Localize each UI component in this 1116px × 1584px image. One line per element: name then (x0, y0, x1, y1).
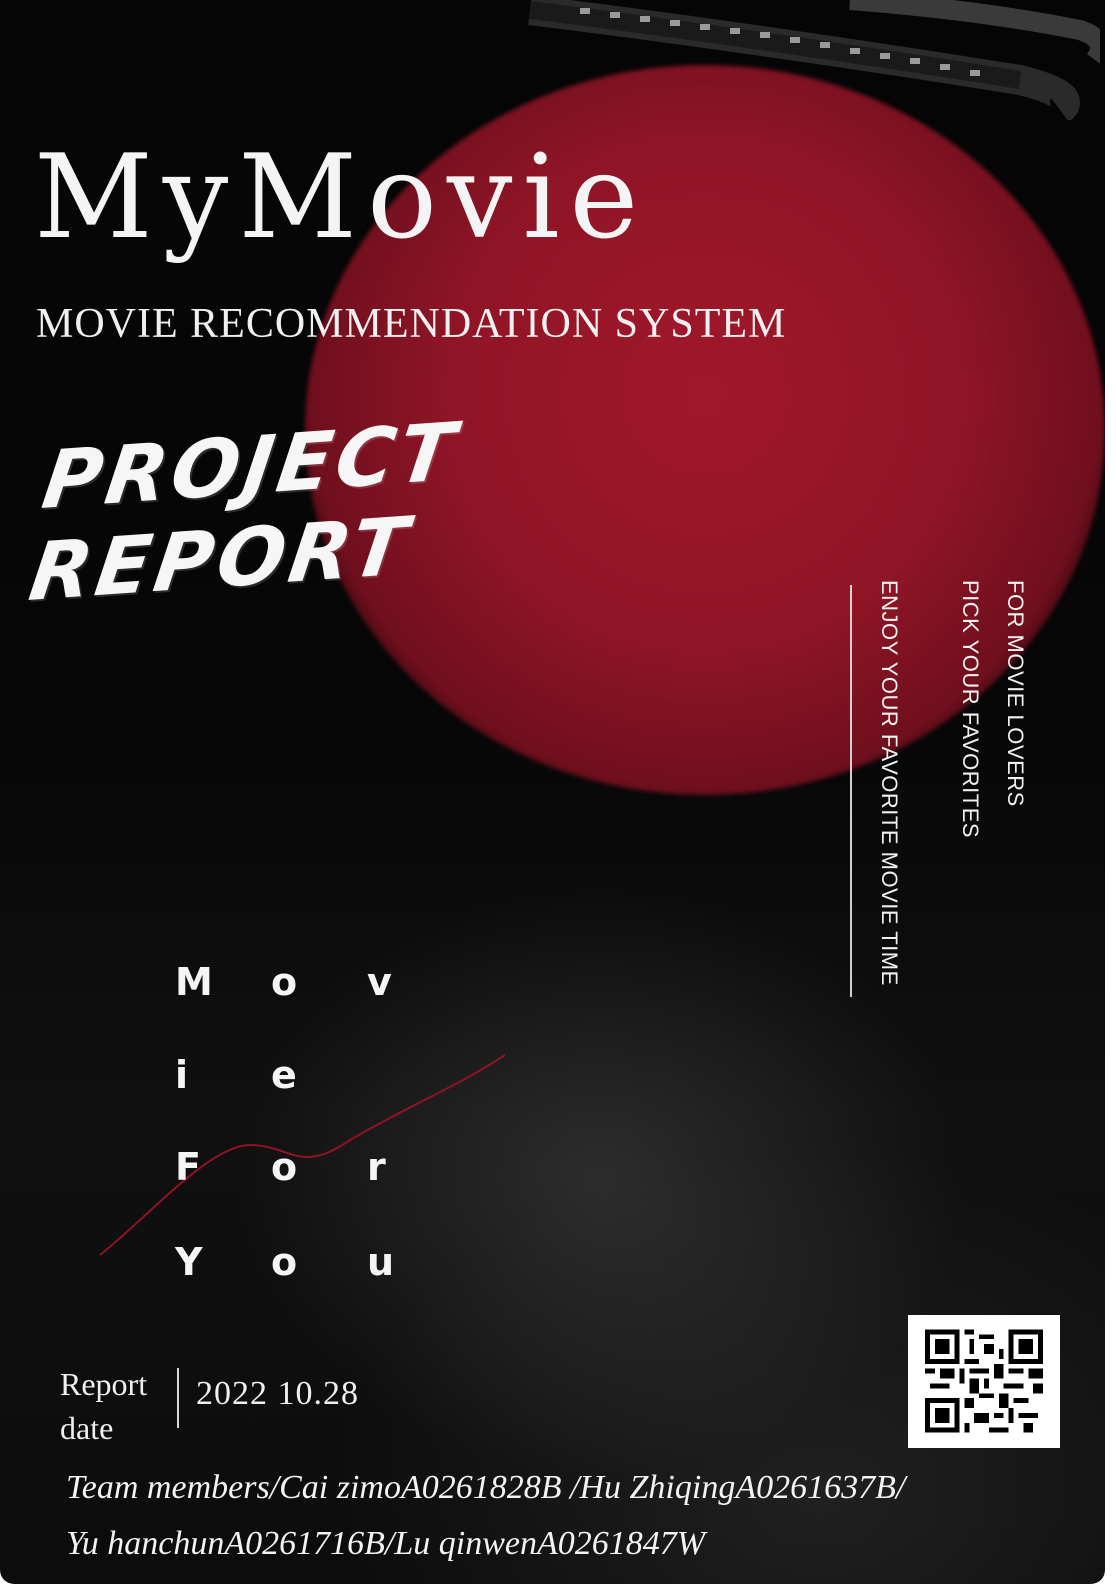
slogan-row: M o v (175, 960, 463, 1004)
slogan-letter: F (175, 1145, 201, 1189)
slogan-row: i e (175, 1053, 463, 1097)
slogan-letter: o (271, 1240, 298, 1284)
report-date-value: 2022 10.28 (196, 1375, 359, 1412)
tagline-enjoy-movie-time: ENJOY YOUR FAVORITE MOVIE TIME (877, 580, 902, 986)
slogan-row: Y o u (175, 1240, 463, 1284)
page-title: MyMovie (34, 130, 649, 265)
film-strip-icon (528, 0, 1100, 120)
qr-code-icon (908, 1315, 1060, 1448)
team-members: Team members/Cai zimoA0261828B /Hu Zhiqi… (66, 1460, 905, 1572)
slogan-letter: o (271, 1145, 298, 1189)
report-date-label-line-1: Report (60, 1366, 148, 1402)
subtitle: MOVIE RECOMMENDATION SYSTEM (36, 301, 787, 347)
tagline-divider (850, 585, 852, 997)
slogan-letter: u (367, 1240, 395, 1284)
slogan-letter: i (175, 1053, 189, 1097)
movie-for-you-slogan: M o v i e F o r Y o u (175, 950, 425, 1310)
slogan-letter: M (175, 960, 213, 1004)
qr-code-graphic (925, 1329, 1043, 1433)
team-members-line-1: Team members/Cai zimoA0261828B /Hu Zhiqi… (66, 1469, 906, 1506)
vertical-taglines: FOR MOVIE LOVERS PICK YOUR FAVORITES ENJ… (840, 580, 1040, 1010)
slogan-letter: r (367, 1145, 386, 1189)
slogan-letter: v (367, 960, 392, 1004)
project-report-headline: PROJECT REPORT (24, 405, 464, 619)
slogan-letter: e (271, 1053, 297, 1097)
tagline-for-movie-lovers: FOR MOVIE LOVERS (1003, 580, 1028, 807)
tagline-pick-favorites: PICK YOUR FAVORITES (958, 580, 983, 839)
poster: MyMovie MOVIE RECOMMENDATION SYSTEM PROJ… (0, 0, 1105, 1584)
slogan-letter: o (271, 960, 298, 1004)
report-date-label: Report date (60, 1362, 147, 1450)
slogan-letter: Y (175, 1240, 203, 1284)
slogan-row: F o r (175, 1145, 463, 1189)
team-members-line-2: Yu hanchunA0261716B/Lu qinwenA0261847W (66, 1525, 706, 1562)
slogan-letter (367, 1053, 463, 1097)
date-divider (177, 1368, 179, 1428)
report-date-label-line-2: date (60, 1410, 114, 1446)
